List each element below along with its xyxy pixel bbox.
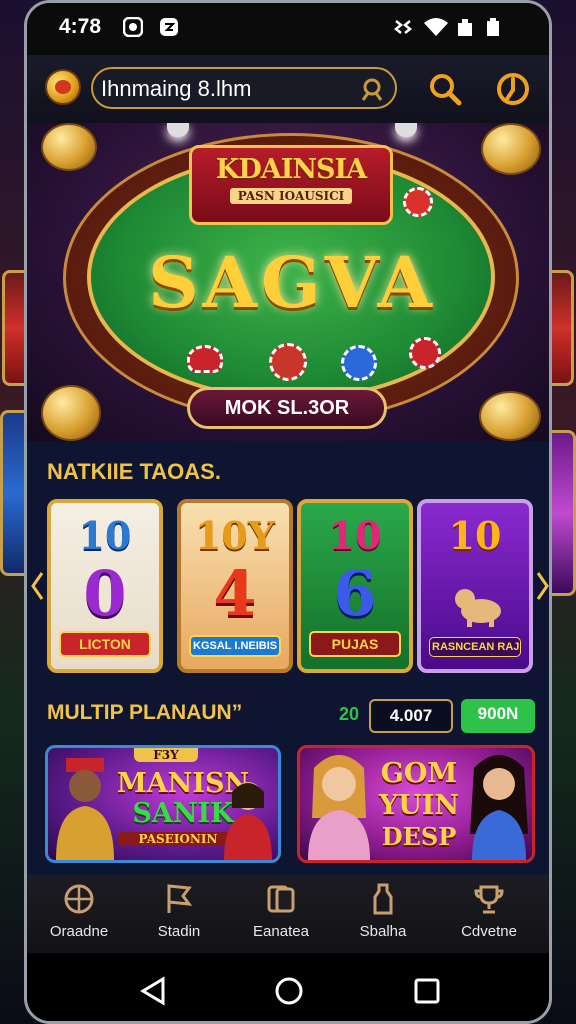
system-navigation-bar <box>27 953 549 1021</box>
game-card[interactable]: 10Y 4 KGSAL I.NEIBIS <box>177 499 293 673</box>
hero-banner-title: KDAINSIA <box>215 154 367 185</box>
spotlight-icon <box>167 123 189 137</box>
game-card-number: 10 <box>448 513 502 558</box>
gold-coin-icon <box>479 391 541 441</box>
wifi-icon <box>424 18 448 36</box>
status-time: 4:78 <box>59 15 102 38</box>
nav-item-eanatea[interactable]: Eanatea <box>231 883 331 940</box>
search-input-value: Ihnmaing 8.lhm <box>101 76 252 101</box>
nav-item-stadin[interactable]: Stadin <box>129 883 229 940</box>
game-card-symbol: 4 <box>213 557 257 630</box>
nav-label: Oraadne <box>49 923 109 940</box>
home-icon[interactable] <box>271 973 307 1009</box>
character-woman-icon <box>308 755 370 860</box>
game-card[interactable]: 10 6 PUJAS <box>297 499 413 673</box>
action-button[interactable]: 900N <box>461 699 535 733</box>
gold-coin-icon <box>41 123 97 171</box>
carousel-left-arrow-icon[interactable] <box>31 571 43 601</box>
nav-label: Stadin <box>157 923 201 940</box>
promo-card[interactable]: GOM YUIN DESP <box>297 745 535 863</box>
poker-chip-icon <box>409 337 441 369</box>
spotlight-icon <box>395 123 417 137</box>
featured-games-title: NATKIIE TAOAS. <box>47 459 221 484</box>
multiplayer-section: MULTIP PLANAUN” 20 4.007 900N F3Y MANISN… <box>27 699 549 875</box>
hero-cta-button[interactable]: MOK SL.3OR <box>187 387 387 429</box>
featured-games-section: NATKIIE TAOAS. 10 0 LICTON 10Y 4 KGSAL I… <box>27 441 549 699</box>
nav-label: Eanatea <box>253 923 309 940</box>
score-display: 4.007 <box>369 699 453 733</box>
nav-label: Sbalha <box>359 923 407 940</box>
game-card-number: 10 <box>78 513 132 558</box>
mushroom-icon <box>187 345 223 373</box>
promo-card[interactable]: F3Y MANISN SANIK PASEIONIN <box>45 745 281 863</box>
search-button-icon[interactable] <box>425 69 465 109</box>
profile-icon[interactable] <box>493 69 533 109</box>
game-card-number: 10Y <box>194 513 275 558</box>
poker-chip-icon <box>341 345 377 381</box>
back-icon[interactable] <box>135 973 171 1009</box>
nav-item-oraadne[interactable]: Oraadne <box>29 883 129 940</box>
player-count: 20 <box>338 704 360 724</box>
dog-icon <box>455 589 501 627</box>
recents-icon[interactable] <box>409 973 445 1009</box>
multiplayer-title: MULTIP PLANAUN” <box>47 701 243 724</box>
search-icon[interactable] <box>359 76 385 102</box>
flag-icon <box>167 884 193 913</box>
gold-coin-icon <box>41 385 101 441</box>
nav-item-sbalha[interactable]: Sbalha <box>333 883 433 940</box>
bottom-navigation: Oraadne Stadin Eanatea Sbalha Cdvetne <box>27 875 549 953</box>
game-card-symbol: 0 <box>83 557 127 630</box>
notification-icon <box>123 17 143 37</box>
game-card[interactable]: 10 RASNCEAN RAJUSUIN <box>417 499 533 673</box>
character-woman-icon <box>224 782 272 860</box>
nav-item-cdvetne[interactable]: Cdvetne <box>439 883 539 940</box>
hero-banner-sign: KDAINSIA PASN IOAUSICI <box>189 145 393 225</box>
hero-main-title: SAGVA <box>148 241 436 324</box>
game-card-number: 10 <box>328 513 382 558</box>
app-logo-icon[interactable] <box>45 69 81 105</box>
signal-icon <box>458 19 472 36</box>
search-input[interactable]: Ihnmaing 8.lhm <box>91 67 397 109</box>
app-notification-icon <box>160 18 178 36</box>
character-woman-icon <box>470 755 528 860</box>
carousel-right-arrow-icon[interactable] <box>537 571 549 601</box>
battery-icon <box>487 18 499 36</box>
app-header: Ihnmaing 8.lhm <box>27 55 549 123</box>
globe-icon <box>64 884 94 914</box>
poker-chip-icon <box>269 343 307 381</box>
poker-chip-icon <box>403 187 433 217</box>
game-card-label: KGSAL I.NEIBIS <box>189 635 281 657</box>
hero-banner[interactable]: KDAINSIA PASN IOAUSICI SAGVA MOK SL.3OR <box>27 123 549 441</box>
gold-coin-icon <box>481 123 541 175</box>
vibrate-icon <box>393 20 413 34</box>
trophy-icon <box>474 885 504 914</box>
nav-label: Cdvetne <box>461 923 517 940</box>
game-card-symbol: 6 <box>333 557 377 630</box>
character-man-icon <box>56 758 114 860</box>
game-card-label: RASNCEAN RAJUSUIN <box>429 637 521 657</box>
promo-tag: F3Y <box>134 748 198 762</box>
game-card-label: LICTON <box>59 631 151 657</box>
game-card[interactable]: 10 0 LICTON <box>47 499 163 673</box>
promo-title-line1: GOM <box>380 758 458 789</box>
cards-icon <box>267 885 295 913</box>
hero-banner-subtitle: PASN IOAUSICI <box>229 188 353 204</box>
bottle-icon <box>373 883 393 915</box>
game-card-label: PUJAS <box>309 631 401 657</box>
status-bar: 4:78 <box>27 3 549 55</box>
phone-frame: 4:78 Ihnmaing 8.lhm KDAINSIA PASN IOAUSI… <box>24 0 552 1024</box>
promo-title-line2: YUIN <box>378 790 460 821</box>
promo-title-line3: DESP <box>381 822 457 851</box>
